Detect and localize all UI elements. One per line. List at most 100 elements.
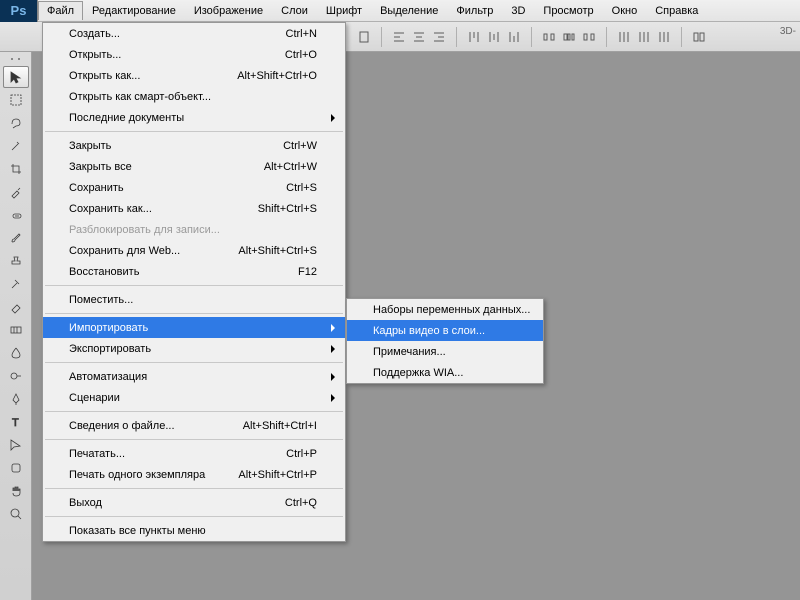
eyedropper-tool[interactable] <box>3 181 29 203</box>
menu-item-label: Открыть как... <box>69 70 140 82</box>
submenu-item[interactable]: Кадры видео в слои... <box>347 320 543 341</box>
menu-item-shortcut: Ctrl+Q <box>285 497 317 509</box>
menu-item-label: Экспортировать <box>69 343 151 355</box>
dodge-tool[interactable] <box>3 365 29 387</box>
toolbar: T <box>0 52 32 600</box>
menu-item[interactable]: Печать одного экземпляраAlt+Shift+Ctrl+P <box>43 464 345 485</box>
menu-item[interactable]: Сценарии <box>43 387 345 408</box>
menu-item[interactable]: Экспортировать <box>43 338 345 359</box>
eraser-tool[interactable] <box>3 296 29 318</box>
menu-item[interactable]: Закрыть всеAlt+Ctrl+W <box>43 156 345 177</box>
dist-v2-icon[interactable] <box>635 28 653 46</box>
menu-item[interactable]: Последние документы <box>43 107 345 128</box>
brush-tool[interactable] <box>3 227 29 249</box>
lasso-tool[interactable] <box>3 112 29 134</box>
menu-item-label: Открыть... <box>69 49 121 61</box>
submenu-item[interactable]: Наборы переменных данных... <box>347 299 543 320</box>
align-left-icon[interactable] <box>390 28 408 46</box>
menu-item[interactable]: Показать все пункты меню <box>43 520 345 541</box>
dist-h2-icon[interactable] <box>560 28 578 46</box>
zoom-tool[interactable] <box>3 503 29 525</box>
menu-item-shortcut: Ctrl+S <box>286 182 317 194</box>
opt-separator <box>606 27 607 47</box>
menu-item-label: Показать все пункты меню <box>69 525 206 537</box>
healing-tool[interactable] <box>3 204 29 226</box>
menu-item[interactable]: СохранитьCtrl+S <box>43 177 345 198</box>
svg-text:T: T <box>12 417 19 429</box>
menu-item[interactable]: Открыть как смарт-объект... <box>43 86 345 107</box>
dist-v3-icon[interactable] <box>655 28 673 46</box>
ps-logo: Ps <box>0 0 38 22</box>
dist-h1-icon[interactable] <box>540 28 558 46</box>
hand-tool[interactable] <box>3 480 29 502</box>
submenu-arrow-icon <box>331 394 335 402</box>
opt-separator <box>381 27 382 47</box>
submenu-arrow-icon <box>331 114 335 122</box>
align-vcenter-icon[interactable] <box>485 28 503 46</box>
menu-image[interactable]: Изображение <box>185 1 272 21</box>
submenu-item[interactable]: Поддержка WIA... <box>347 362 543 383</box>
menu-layers[interactable]: Слои <box>272 1 317 21</box>
menu-item-shortcut: Alt+Shift+Ctrl+S <box>238 245 317 257</box>
menu-type[interactable]: Шрифт <box>317 1 371 21</box>
submenu-item[interactable]: Примечания... <box>347 341 543 362</box>
menu-item[interactable]: Сведения о файле...Alt+Shift+Ctrl+I <box>43 415 345 436</box>
crop-tool[interactable] <box>3 158 29 180</box>
dist-v1-icon[interactable] <box>615 28 633 46</box>
history-brush-tool[interactable] <box>3 273 29 295</box>
menu-item[interactable]: Импортировать <box>43 317 345 338</box>
menu-item[interactable]: Открыть...Ctrl+O <box>43 44 345 65</box>
menu-item[interactable]: ВыходCtrl+Q <box>43 492 345 513</box>
menu-item-label: Печатать... <box>69 448 125 460</box>
menu-help[interactable]: Справка <box>646 1 707 21</box>
menubar: Ps Файл Редактирование Изображение Слои … <box>0 0 800 22</box>
menu-item[interactable]: ЗакрытьCtrl+W <box>43 135 345 156</box>
menu-item[interactable]: Открыть как... Alt+Shift+Ctrl+O <box>43 65 345 86</box>
menu-item[interactable]: Печатать...Ctrl+P <box>43 443 345 464</box>
menu-item-label: Сохранить как... <box>69 203 152 215</box>
menu-edit[interactable]: Редактирование <box>83 1 185 21</box>
menu-item[interactable]: Создать...Ctrl+N <box>43 23 345 44</box>
menu-select[interactable]: Выделение <box>371 1 447 21</box>
align-bottom-icon[interactable] <box>505 28 523 46</box>
menu-item[interactable]: Автоматизация <box>43 366 345 387</box>
opt-doc-icon[interactable] <box>355 28 373 46</box>
align-top-icon[interactable] <box>465 28 483 46</box>
menu-item-label: Последние документы <box>69 112 184 124</box>
menu-item[interactable]: Сохранить для Web...Alt+Shift+Ctrl+S <box>43 240 345 261</box>
stamp-tool[interactable] <box>3 250 29 272</box>
path-tool[interactable] <box>3 434 29 456</box>
menu-item-shortcut: Ctrl+W <box>283 140 317 152</box>
align-center-icon[interactable] <box>410 28 428 46</box>
align-right-icon[interactable] <box>430 28 448 46</box>
opt-separator <box>531 27 532 47</box>
menu-window[interactable]: Окно <box>603 1 647 21</box>
menu-separator <box>45 285 343 286</box>
auto-align-icon[interactable] <box>690 28 708 46</box>
mode-label: 3D- <box>780 26 796 37</box>
gradient-tool[interactable] <box>3 319 29 341</box>
menu-item[interactable]: Сохранить как...Shift+Ctrl+S <box>43 198 345 219</box>
pen-tool[interactable] <box>3 388 29 410</box>
wand-tool[interactable] <box>3 135 29 157</box>
menu-item-shortcut: Alt+Shift+Ctrl+I <box>243 420 317 432</box>
submenu-arrow-icon <box>331 373 335 381</box>
menu-view[interactable]: Просмотр <box>534 1 602 21</box>
move-tool[interactable] <box>3 66 29 88</box>
menu-3d[interactable]: 3D <box>502 1 534 21</box>
menu-item-shortcut: Alt+Shift+Ctrl+O <box>237 70 317 82</box>
type-tool[interactable]: T <box>3 411 29 433</box>
menu-filter[interactable]: Фильтр <box>447 1 502 21</box>
menu-item-label: Печать одного экземпляра <box>69 469 205 481</box>
shape-tool[interactable] <box>3 457 29 479</box>
blur-tool[interactable] <box>3 342 29 364</box>
menu-item[interactable]: Поместить... <box>43 289 345 310</box>
menu-item-label: Поместить... <box>69 294 133 306</box>
menu-file[interactable]: Файл <box>38 1 83 20</box>
menu-item-label: Импортировать <box>69 322 148 334</box>
menu-item-shortcut: Alt+Ctrl+W <box>264 161 317 173</box>
marquee-tool[interactable] <box>3 89 29 111</box>
menu-item[interactable]: ВосстановитьF12 <box>43 261 345 282</box>
toolbar-handle[interactable] <box>2 54 30 64</box>
dist-h3-icon[interactable] <box>580 28 598 46</box>
